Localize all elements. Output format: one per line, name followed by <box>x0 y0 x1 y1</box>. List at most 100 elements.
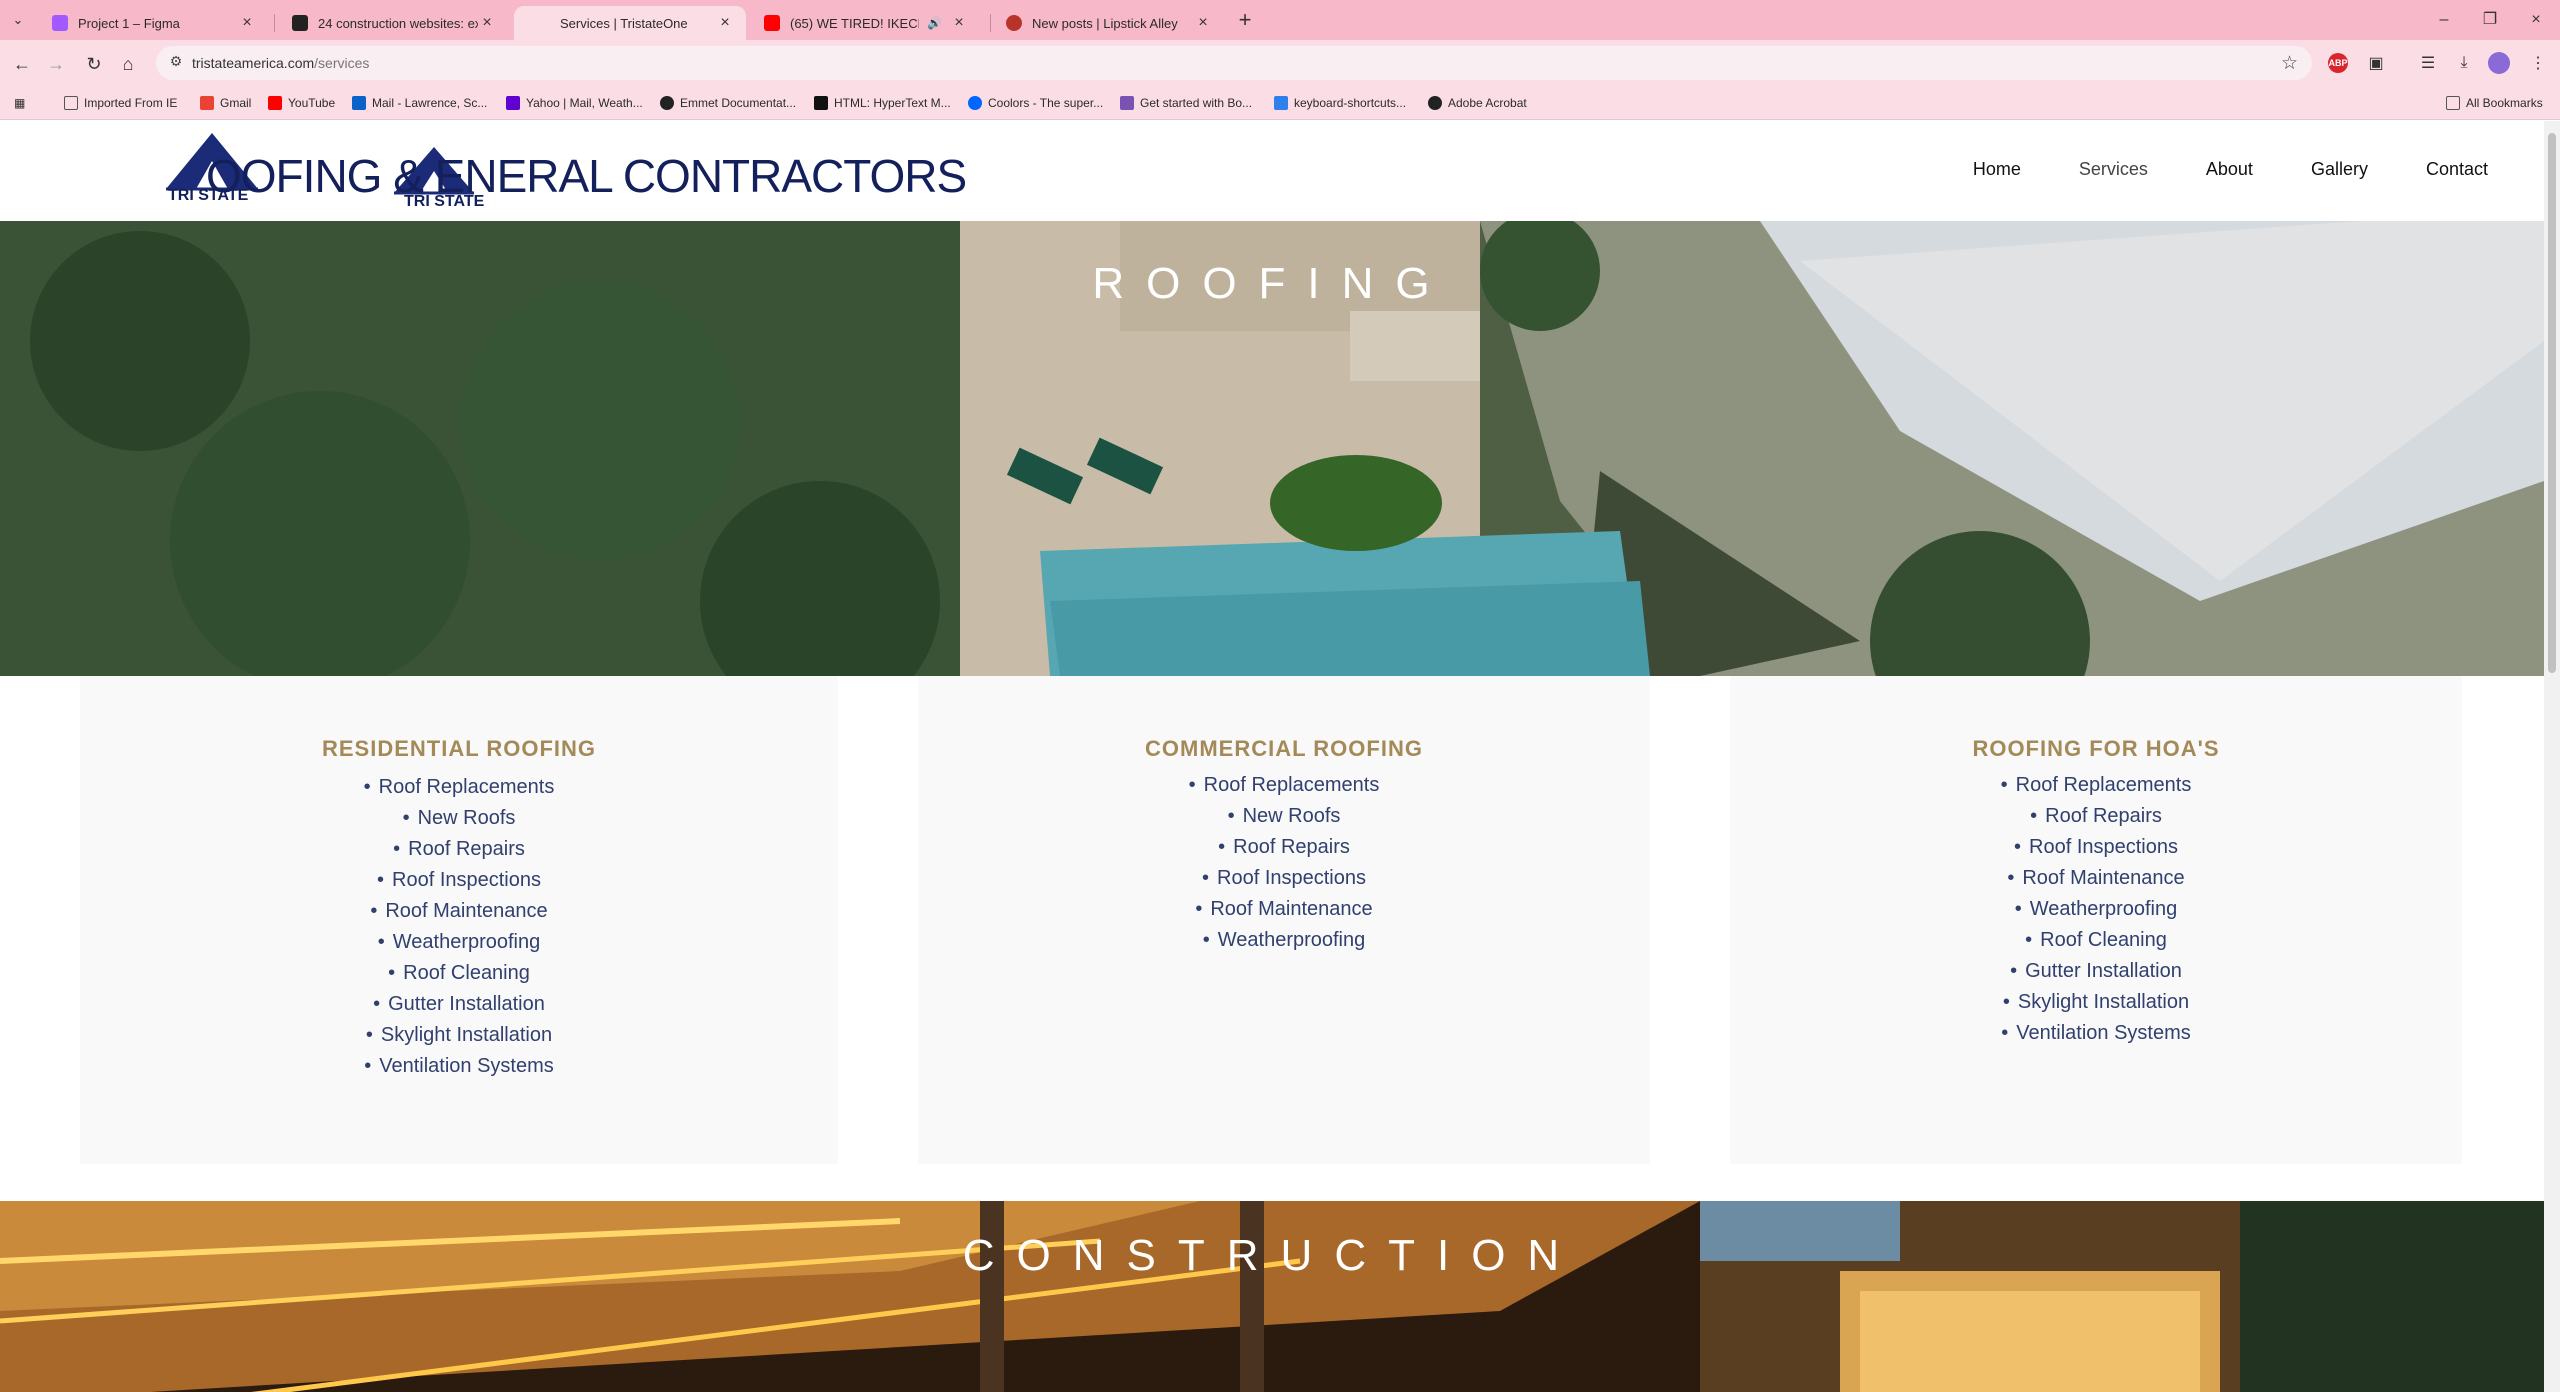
nav-contact-link[interactable]: Contact <box>2426 159 2488 180</box>
bullet-icon: • <box>2007 867 2015 889</box>
bullet-icon: • <box>364 1055 372 1077</box>
bookmark-youtube[interactable]: YouTube <box>268 93 335 113</box>
nav-home-link[interactable]: Home <box>1973 159 2021 180</box>
service-item-label: Skylight Installation <box>380 1024 553 1046</box>
list-item: • Roof Cleaning <box>1730 925 2462 956</box>
tab-close-icon[interactable]: × <box>950 14 968 32</box>
commercial-roofing-card: COMMERCIAL ROOFING • Roof Replacements • N… <box>918 676 1650 1164</box>
list-item: • Roof Inspections <box>1730 832 2462 863</box>
site-info-icon[interactable]: ⚙ <box>166 53 186 73</box>
tab-youtube-video[interactable]: (65) WE TIRED! IKECHI IS A 🔊 × <box>752 6 980 40</box>
bookmark-imported-from-ie[interactable]: Imported From IE <box>64 93 177 113</box>
bullet-icon: • <box>2030 805 2038 827</box>
minimize-icon[interactable]: – <box>2424 6 2464 34</box>
roofing-hero-title: ROOFING <box>1092 259 1452 308</box>
bullet-icon: • <box>2000 774 2008 796</box>
bookmark-yahoo-mail[interactable]: Yahoo | Mail, Weath... <box>506 93 643 113</box>
tab-construction-websites[interactable]: 24 construction websites: exam × <box>280 6 508 40</box>
vscode-icon <box>1274 96 1288 110</box>
forward-arrow-icon[interactable]: → <box>42 50 70 78</box>
card-title: ROOFING FOR HOA'S <box>1972 736 2220 761</box>
nav-about-link[interactable]: About <box>2206 159 2253 180</box>
service-item-label: Roof Repairs <box>408 838 525 860</box>
bullet-icon: • <box>388 962 396 984</box>
bookmark-keyboard-shortcuts[interactable]: keyboard-shortcuts... <box>1274 93 1406 113</box>
scrollbar-thumb[interactable] <box>2548 133 2556 673</box>
tab-close-icon[interactable]: × <box>716 14 734 32</box>
reload-icon[interactable]: ↻ <box>80 50 108 78</box>
bookmarks-bar: ▦ Imported From IE Gmail YouTube Mail - … <box>0 86 2560 120</box>
bookmark-label: HTML: HyperText M... <box>834 96 951 110</box>
company-logo[interactable]: OOFING & ENERAL CONTRACTORS TRI STATE TR… <box>166 131 967 211</box>
tab-close-icon[interactable]: × <box>238 14 256 32</box>
tab-services-tristateone[interactable]: Services | TristateOne × <box>514 6 746 40</box>
address-bar[interactable]: ⚙ tristateamerica.com/services ☆ <box>156 46 2312 80</box>
tab-close-icon[interactable]: × <box>1194 14 1212 32</box>
download-icon[interactable]: ⤓ <box>2452 51 2476 75</box>
bullet-icon: • <box>1218 836 1226 858</box>
nav-services-link[interactable]: Services <box>2079 159 2148 180</box>
list-item: • Roof Inspections <box>80 865 838 896</box>
tab-title: 24 construction websites: exam <box>318 15 478 31</box>
list-item: • Roof Inspections <box>918 863 1650 894</box>
back-arrow-icon[interactable]: ← <box>8 50 36 78</box>
service-item-label: Skylight Installation <box>2017 991 2190 1013</box>
tab-close-icon[interactable]: × <box>478 14 496 32</box>
residential-roofing-card: RESIDENTIAL ROOFING • Roof Replacements •… <box>80 676 838 1164</box>
bookmark-adobe-acrobat[interactable]: Adobe Acrobat <box>1428 93 1527 113</box>
bookmark-html-hypertext[interactable]: HTML: HyperText M... <box>814 93 951 113</box>
adblock-extension-icon[interactable]: ABP <box>2328 53 2348 73</box>
kebab-menu-icon[interactable]: ⋮ <box>2526 51 2550 75</box>
bookmark-coolors[interactable]: Coolors - The super... <box>968 93 1103 113</box>
profile-avatar-icon[interactable] <box>2488 52 2510 74</box>
speaker-icon[interactable]: 🔊 <box>927 16 942 30</box>
bullet-icon: • <box>370 900 378 922</box>
tab-figma[interactable]: Project 1 – Figma × <box>40 6 268 40</box>
url-text[interactable]: tristateamerica.com/services <box>192 55 369 71</box>
bullet-icon: • <box>373 993 381 1015</box>
bullet-icon: • <box>2001 1022 2009 1044</box>
bookmark-mail-lawrence[interactable]: Mail - Lawrence, Sc... <box>352 93 487 113</box>
bookmark-star-icon[interactable]: ☆ <box>2281 52 2298 75</box>
bookmark-emmet-docs[interactable]: Emmet Documentat... <box>660 93 796 113</box>
tab-title: Services | TristateOne <box>560 15 688 31</box>
service-item-label: Weatherproofing <box>1217 929 1366 951</box>
new-tab-plus-icon[interactable]: + <box>1232 8 1258 34</box>
list-item: • Weatherproofing <box>1730 894 2462 925</box>
list-item: • New Roofs <box>918 801 1650 832</box>
service-item-label: Roof Maintenance <box>1210 898 1373 920</box>
apps-grid-icon[interactable]: ▦ <box>14 93 25 113</box>
tab-search-icon[interactable]: ⌄ <box>6 8 30 32</box>
page-scrollbar[interactable] <box>2544 121 2560 1392</box>
bullet-icon: • <box>2025 929 2033 951</box>
nav-gallery-link[interactable]: Gallery <box>2311 159 2368 180</box>
acrobat-icon <box>1428 96 1442 110</box>
close-window-icon[interactable]: × <box>2516 6 2556 34</box>
service-item-label: Roof Replacements <box>1203 774 1380 796</box>
tab-lipstick-alley[interactable]: New posts | Lipstick Alley × <box>994 6 1224 40</box>
media-queue-icon[interactable]: ☰ <box>2416 51 2440 75</box>
bookmark-bootstrap[interactable]: Get started with Bo... <box>1120 93 1252 113</box>
all-bookmarks-folder[interactable]: All Bookmarks <box>2446 93 2543 113</box>
list-item: • Gutter Installation <box>80 989 838 1020</box>
bookmark-gmail[interactable]: Gmail <box>200 93 251 113</box>
service-item-label: Roof Inspections <box>2029 836 2178 858</box>
tab-divider <box>990 14 991 32</box>
service-item-label: New Roofs <box>1242 805 1341 827</box>
bookmark-label: Get started with Bo... <box>1140 96 1253 110</box>
home-icon[interactable]: ⌂ <box>114 50 142 78</box>
outlook-icon <box>352 96 366 110</box>
service-item-label: Ventilation Systems <box>379 1055 554 1077</box>
bookmark-label: Coolors - The super... <box>988 96 1104 110</box>
restore-icon[interactable]: ❐ <box>2470 6 2510 34</box>
bookmark-label: All Bookmarks <box>2466 96 2543 110</box>
service-item-label: Roof Cleaning <box>2040 929 2167 951</box>
mdn-icon <box>814 96 828 110</box>
list-item: • Roof Maintenance <box>80 896 838 927</box>
list-item: • Roof Replacements <box>1730 770 2462 801</box>
bullet-icon: • <box>1195 898 1203 920</box>
bullet-icon: • <box>1227 805 1235 827</box>
extensions-puzzle-icon[interactable]: ▣ <box>2364 51 2388 75</box>
wix-favicon-icon <box>292 15 308 31</box>
list-item: • Ventilation Systems <box>1730 1018 2462 1049</box>
